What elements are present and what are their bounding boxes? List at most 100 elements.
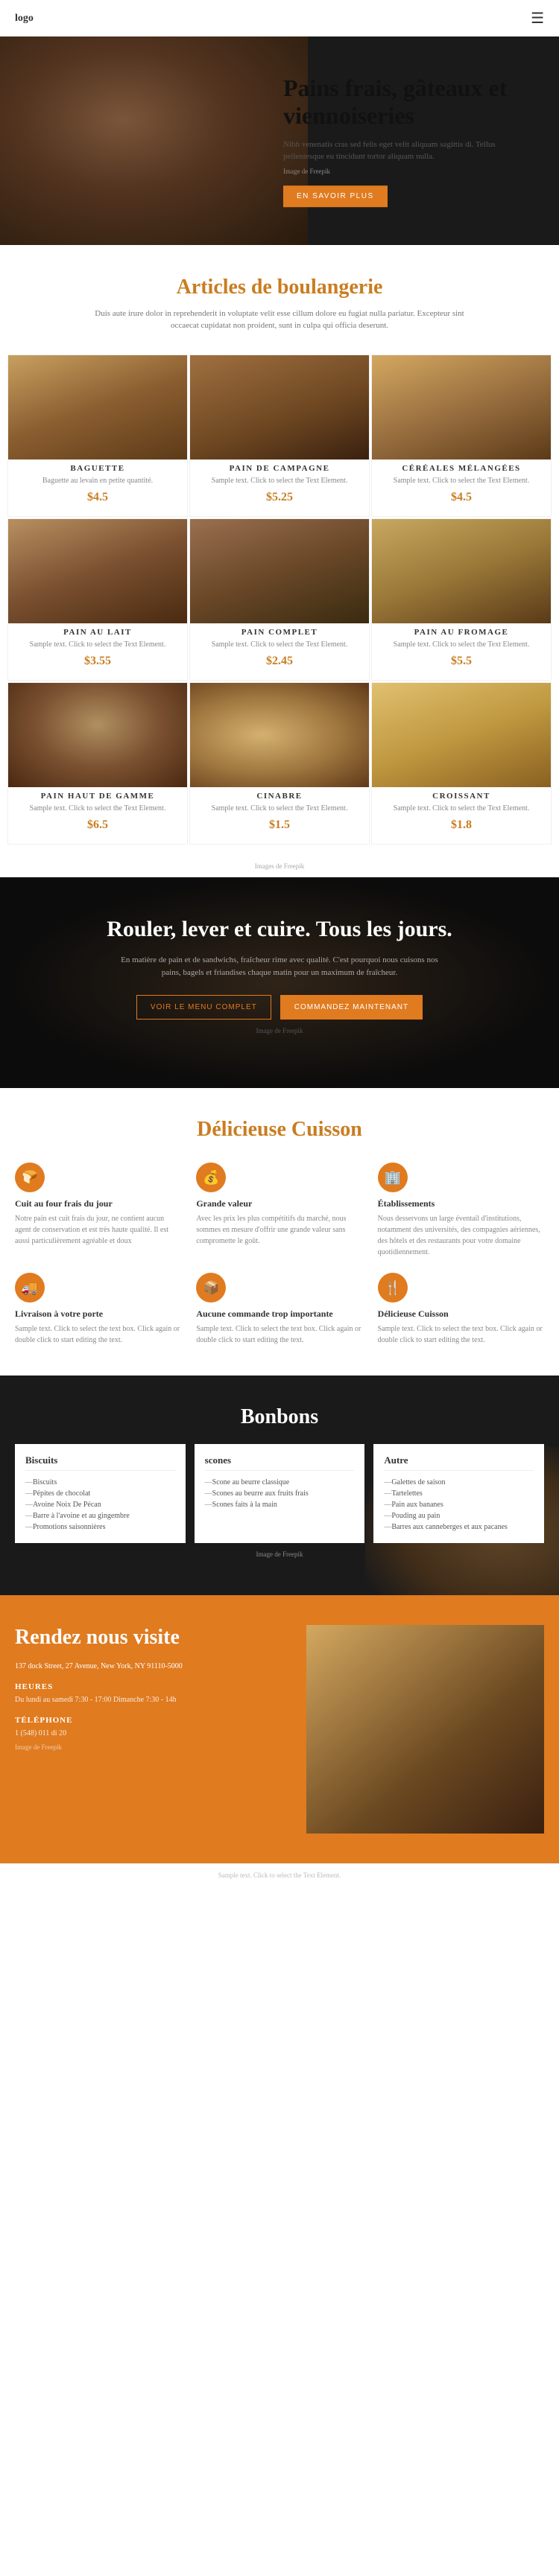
bread-icon: 🍞 — [15, 1163, 45, 1192]
hero-content: Pains frais, gâteaux et viennoiseries Ni… — [283, 74, 537, 207]
bakery-card-name: PAIN COMPLET — [198, 628, 361, 637]
bakery-section-header: Articles de boulangerie Duis aute irure … — [0, 245, 559, 340]
bakery-section-title: Articles de boulangerie — [15, 275, 544, 300]
bonbons-list-item: Pouding au pain — [384, 1510, 534, 1521]
bakery-card-name: PAIN HAUT DE GAMME — [16, 792, 180, 801]
bakery-section: Articles de boulangerie Duis aute irure … — [0, 245, 559, 877]
bakery-card-price: $2.45 — [190, 655, 369, 668]
delicious-item: 🏢 Établissements Nous desservons un larg… — [378, 1163, 544, 1258]
bonbons-card-title: scones — [205, 1454, 355, 1471]
visit-image-credit: Image de Freepik — [15, 1743, 291, 1751]
bonbons-list: Scone au beurre classiqueScones au beurr… — [205, 1477, 355, 1510]
delicious-item-title: Grande valeur — [196, 1198, 252, 1209]
bonbons-list-item: Galettes de saison — [384, 1477, 534, 1488]
bakery-card: PAIN HAUT DE GAMME Sample text. Click to… — [7, 682, 188, 845]
dark-section-text: En matière de pain et de sandwichs, fraî… — [116, 954, 443, 980]
bonbons-list-item: Scones faits à la main — [205, 1499, 355, 1510]
delicious-item: 💰 Grande valeur Avec les prix les plus c… — [196, 1163, 362, 1258]
bakery-card-name: PAIN AU FROMAGE — [379, 628, 543, 637]
visit-phone-label: TÉLÉPHONE — [15, 1716, 291, 1725]
dark-section-buttons: VOIR LE MENU COMPLET COMMANDEZ MAINTENAN… — [15, 995, 544, 1020]
delicious-item-text: Sample text. Click to select the text bo… — [196, 1323, 362, 1346]
bakery-card-name: CÉRÉALES MÉLANGÉES — [379, 464, 543, 473]
bakery-card-price: $4.5 — [372, 491, 551, 504]
bakery-card-name: PAIN AU LAIT — [16, 628, 180, 637]
bakery-card-price: $4.5 — [8, 491, 187, 504]
bakery-card-desc: Sample text. Click to select the Text El… — [379, 476, 543, 486]
header: logo ☰ — [0, 0, 559, 36]
hero-cta-button[interactable]: EN SAVOIR PLUS — [283, 185, 388, 207]
bakery-card: CROISSANT Sample text. Click to select t… — [371, 682, 552, 845]
bakery-card: PAIN DE CAMPAGNE Sample text. Click to s… — [189, 354, 370, 517]
delicious-item: 🚚 Livraison à votre porte Sample text. C… — [15, 1273, 181, 1346]
bakery-section-subtitle: Duis aute irure dolor in reprehenderit i… — [93, 308, 466, 332]
bakery-card-price: $6.5 — [8, 818, 187, 832]
bakery-card-desc: Sample text. Click to select the Text El… — [16, 640, 180, 650]
hero-background-image — [0, 36, 308, 245]
bakery-card: CÉRÉALES MÉLANGÉES Sample text. Click to… — [371, 354, 552, 517]
bakery-image-credit: Images de Freepik — [0, 859, 559, 877]
bakery-card-price: $1.8 — [372, 818, 551, 832]
bakery-card-desc: Sample text. Click to select the Text El… — [198, 476, 361, 486]
bakery-card-image — [372, 683, 551, 787]
footer-text: Sample text. Click to select the Text El… — [15, 1871, 544, 1879]
bakery-card: CINABRE Sample text. Click to select the… — [189, 682, 370, 845]
bakery-card-image — [372, 355, 551, 459]
hero-image-credit: Image de Freepik — [283, 168, 537, 175]
hero-section: Pains frais, gâteaux et viennoiseries Ni… — [0, 36, 559, 245]
bakery-card-desc: Sample text. Click to select the Text El… — [198, 804, 361, 814]
delicious-section: Délicieuse Cuisson 🍞 Cuit au four frais … — [0, 1088, 559, 1376]
delicious-item: 🍴 Délicieuse Cuisson Sample text. Click … — [378, 1273, 544, 1346]
delicious-item-title: Aucune commande trop importante — [196, 1308, 332, 1320]
bakery-card-price: $1.5 — [190, 818, 369, 832]
delicious-item: 🍞 Cuit au four frais du jour Notre pain … — [15, 1163, 181, 1258]
bakery-card-desc: Baguette au levain en petite quantité. — [16, 476, 180, 486]
bonbons-list: Galettes de saisonTartelettesPain aux ba… — [384, 1477, 534, 1533]
bonbons-list-item: Scones au beurre aux fruits frais — [205, 1488, 355, 1499]
delicious-grid: 🍞 Cuit au four frais du jour Notre pain … — [15, 1163, 544, 1346]
bonbons-list-item: Avoine Noix De Pécan — [25, 1499, 175, 1510]
fork-icon: 🍴 — [378, 1273, 408, 1303]
bonbons-grid: Biscuits BiscuitsPépites de chocolatAvoi… — [15, 1444, 544, 1543]
bonbons-list-item: Pépites de chocolat — [25, 1488, 175, 1499]
delicious-item-text: Sample text. Click to select the text bo… — [378, 1323, 544, 1346]
bonbons-card-title: Biscuits — [25, 1454, 175, 1471]
visit-hours: Du lundi au samedi 7:30 - 17:00 Dimanche… — [15, 1694, 291, 1705]
delicious-item-text: Nous desservons un large éventail d'inst… — [378, 1213, 544, 1258]
bonbons-image-credit: Image de Freepik — [15, 1551, 544, 1558]
delicious-item-title: Délicieuse Cuisson — [378, 1308, 449, 1320]
value-icon: 💰 — [196, 1163, 226, 1192]
bakery-card-price: $5.5 — [372, 655, 551, 668]
bakery-card-image — [190, 683, 369, 787]
bakery-card-name: CINABRE — [198, 792, 361, 801]
dark-section-title: Rouler, lever et cuire. Tous les jours. — [15, 915, 544, 944]
delicious-item-title: Établissements — [378, 1198, 435, 1209]
dark-section-content: Rouler, lever et cuire. Tous les jours. … — [15, 915, 544, 1037]
visit-left: Rendez nous visite 137 dock Street, 27 A… — [15, 1625, 306, 1834]
bonbons-section: Bonbons Biscuits BiscuitsPépites de choc… — [0, 1376, 559, 1595]
dark-section: Rouler, lever et cuire. Tous les jours. … — [0, 877, 559, 1089]
bakery-card-price: $3.55 — [8, 655, 187, 668]
bakery-card-price: $5.25 — [190, 491, 369, 504]
visit-title: Rendez nous visite — [15, 1625, 291, 1650]
order-now-button[interactable]: COMMANDEZ MAINTENANT — [280, 995, 423, 1020]
bakery-card-desc: Sample text. Click to select the Text El… — [379, 640, 543, 650]
bakery-card-name: BAGUETTE — [16, 464, 180, 473]
bakery-card-name: CROISSANT — [379, 792, 543, 801]
bonbons-list: BiscuitsPépites de chocolatAvoine Noix D… — [25, 1477, 175, 1533]
bonbons-list-item: Promotions saisonnières — [25, 1521, 175, 1533]
bonbons-card: Biscuits BiscuitsPépites de chocolatAvoi… — [15, 1444, 186, 1543]
bakery-grid: BAGUETTE Baguette au levain en petite qu… — [0, 340, 559, 859]
package-icon: 📦 — [196, 1273, 226, 1303]
delicious-item-title: Cuit au four frais du jour — [15, 1198, 113, 1209]
bakery-card-image — [8, 355, 187, 459]
visit-section: Rendez nous visite 137 dock Street, 27 A… — [0, 1595, 559, 1863]
hamburger-icon[interactable]: ☰ — [531, 9, 544, 28]
bakery-card-desc: Sample text. Click to select the Text El… — [16, 804, 180, 814]
bakery-card-desc: Sample text. Click to select the Text El… — [379, 804, 543, 814]
building-icon: 🏢 — [378, 1163, 408, 1192]
bakery-card-image — [190, 519, 369, 623]
view-menu-button[interactable]: VOIR LE MENU COMPLET — [136, 995, 271, 1020]
bakery-card-image — [8, 519, 187, 623]
bonbons-list-item: Pain aux bananes — [384, 1499, 534, 1510]
